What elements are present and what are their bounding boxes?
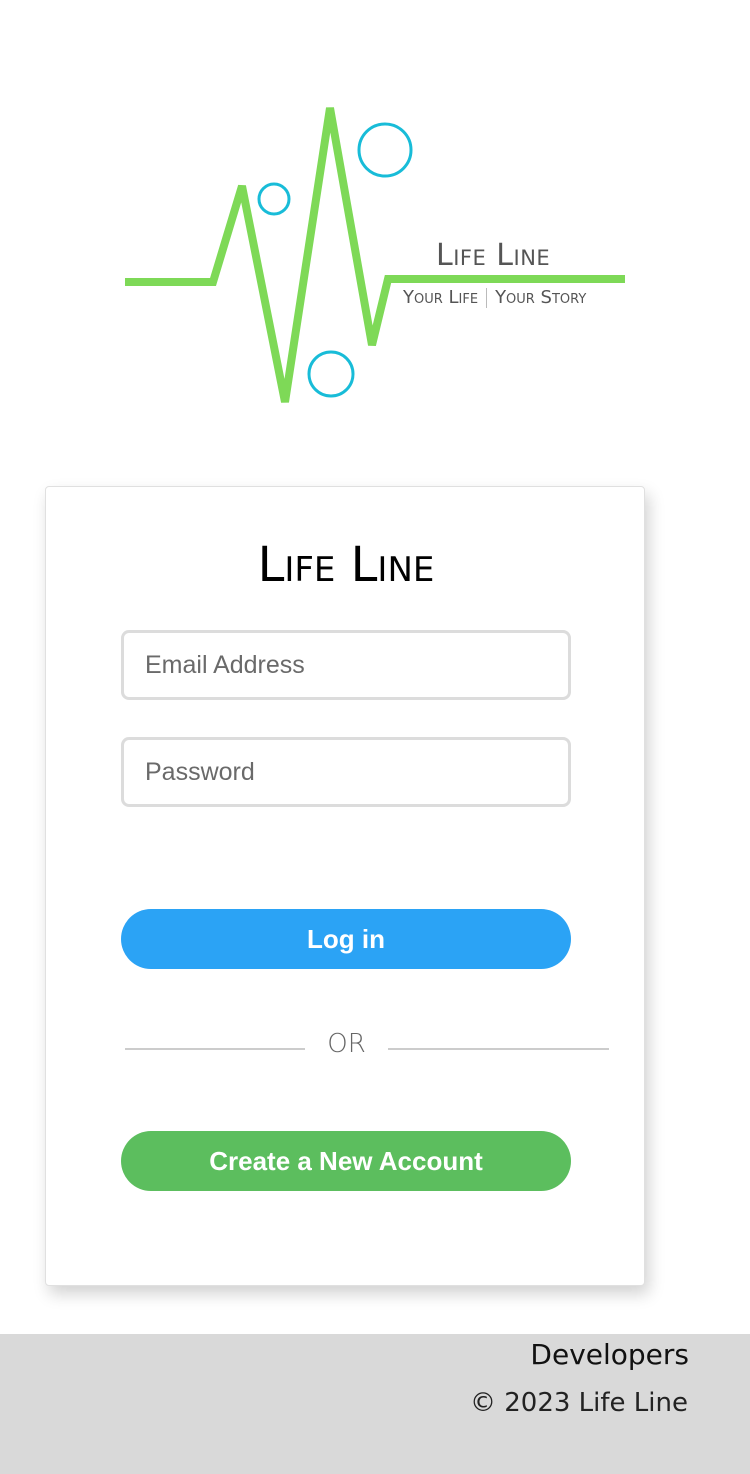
logo-title: Life Line bbox=[436, 238, 551, 273]
create-account-button[interactable]: Create a New Account bbox=[121, 1131, 571, 1191]
logo-tagline-right: Your Story bbox=[495, 287, 587, 308]
divider-line-right bbox=[388, 1048, 609, 1050]
card-title: Life Line bbox=[257, 537, 435, 593]
or-label: OR bbox=[327, 1029, 366, 1059]
email-field[interactable] bbox=[121, 630, 571, 700]
or-divider: OR bbox=[125, 1027, 609, 1067]
developers-link[interactable]: Developers bbox=[530, 1338, 689, 1371]
login-button[interactable]: Log in bbox=[121, 909, 571, 969]
copyright-text: © 2023 Life Line bbox=[469, 1388, 688, 1418]
divider-line-left bbox=[125, 1048, 305, 1050]
logo-tagline-left: Your Life bbox=[403, 287, 479, 308]
logo-tagline: Your Life Your Story bbox=[403, 287, 586, 308]
tagline-separator bbox=[486, 288, 488, 308]
footer: Developers © 2023 Life Line bbox=[0, 1334, 750, 1474]
login-card: Life Line Log in OR Create a New Account bbox=[45, 486, 645, 1286]
heartbeat-logo-icon bbox=[125, 107, 625, 403]
logo: Life Line Your Life Your Story bbox=[0, 0, 750, 440]
password-field[interactable] bbox=[121, 737, 571, 807]
